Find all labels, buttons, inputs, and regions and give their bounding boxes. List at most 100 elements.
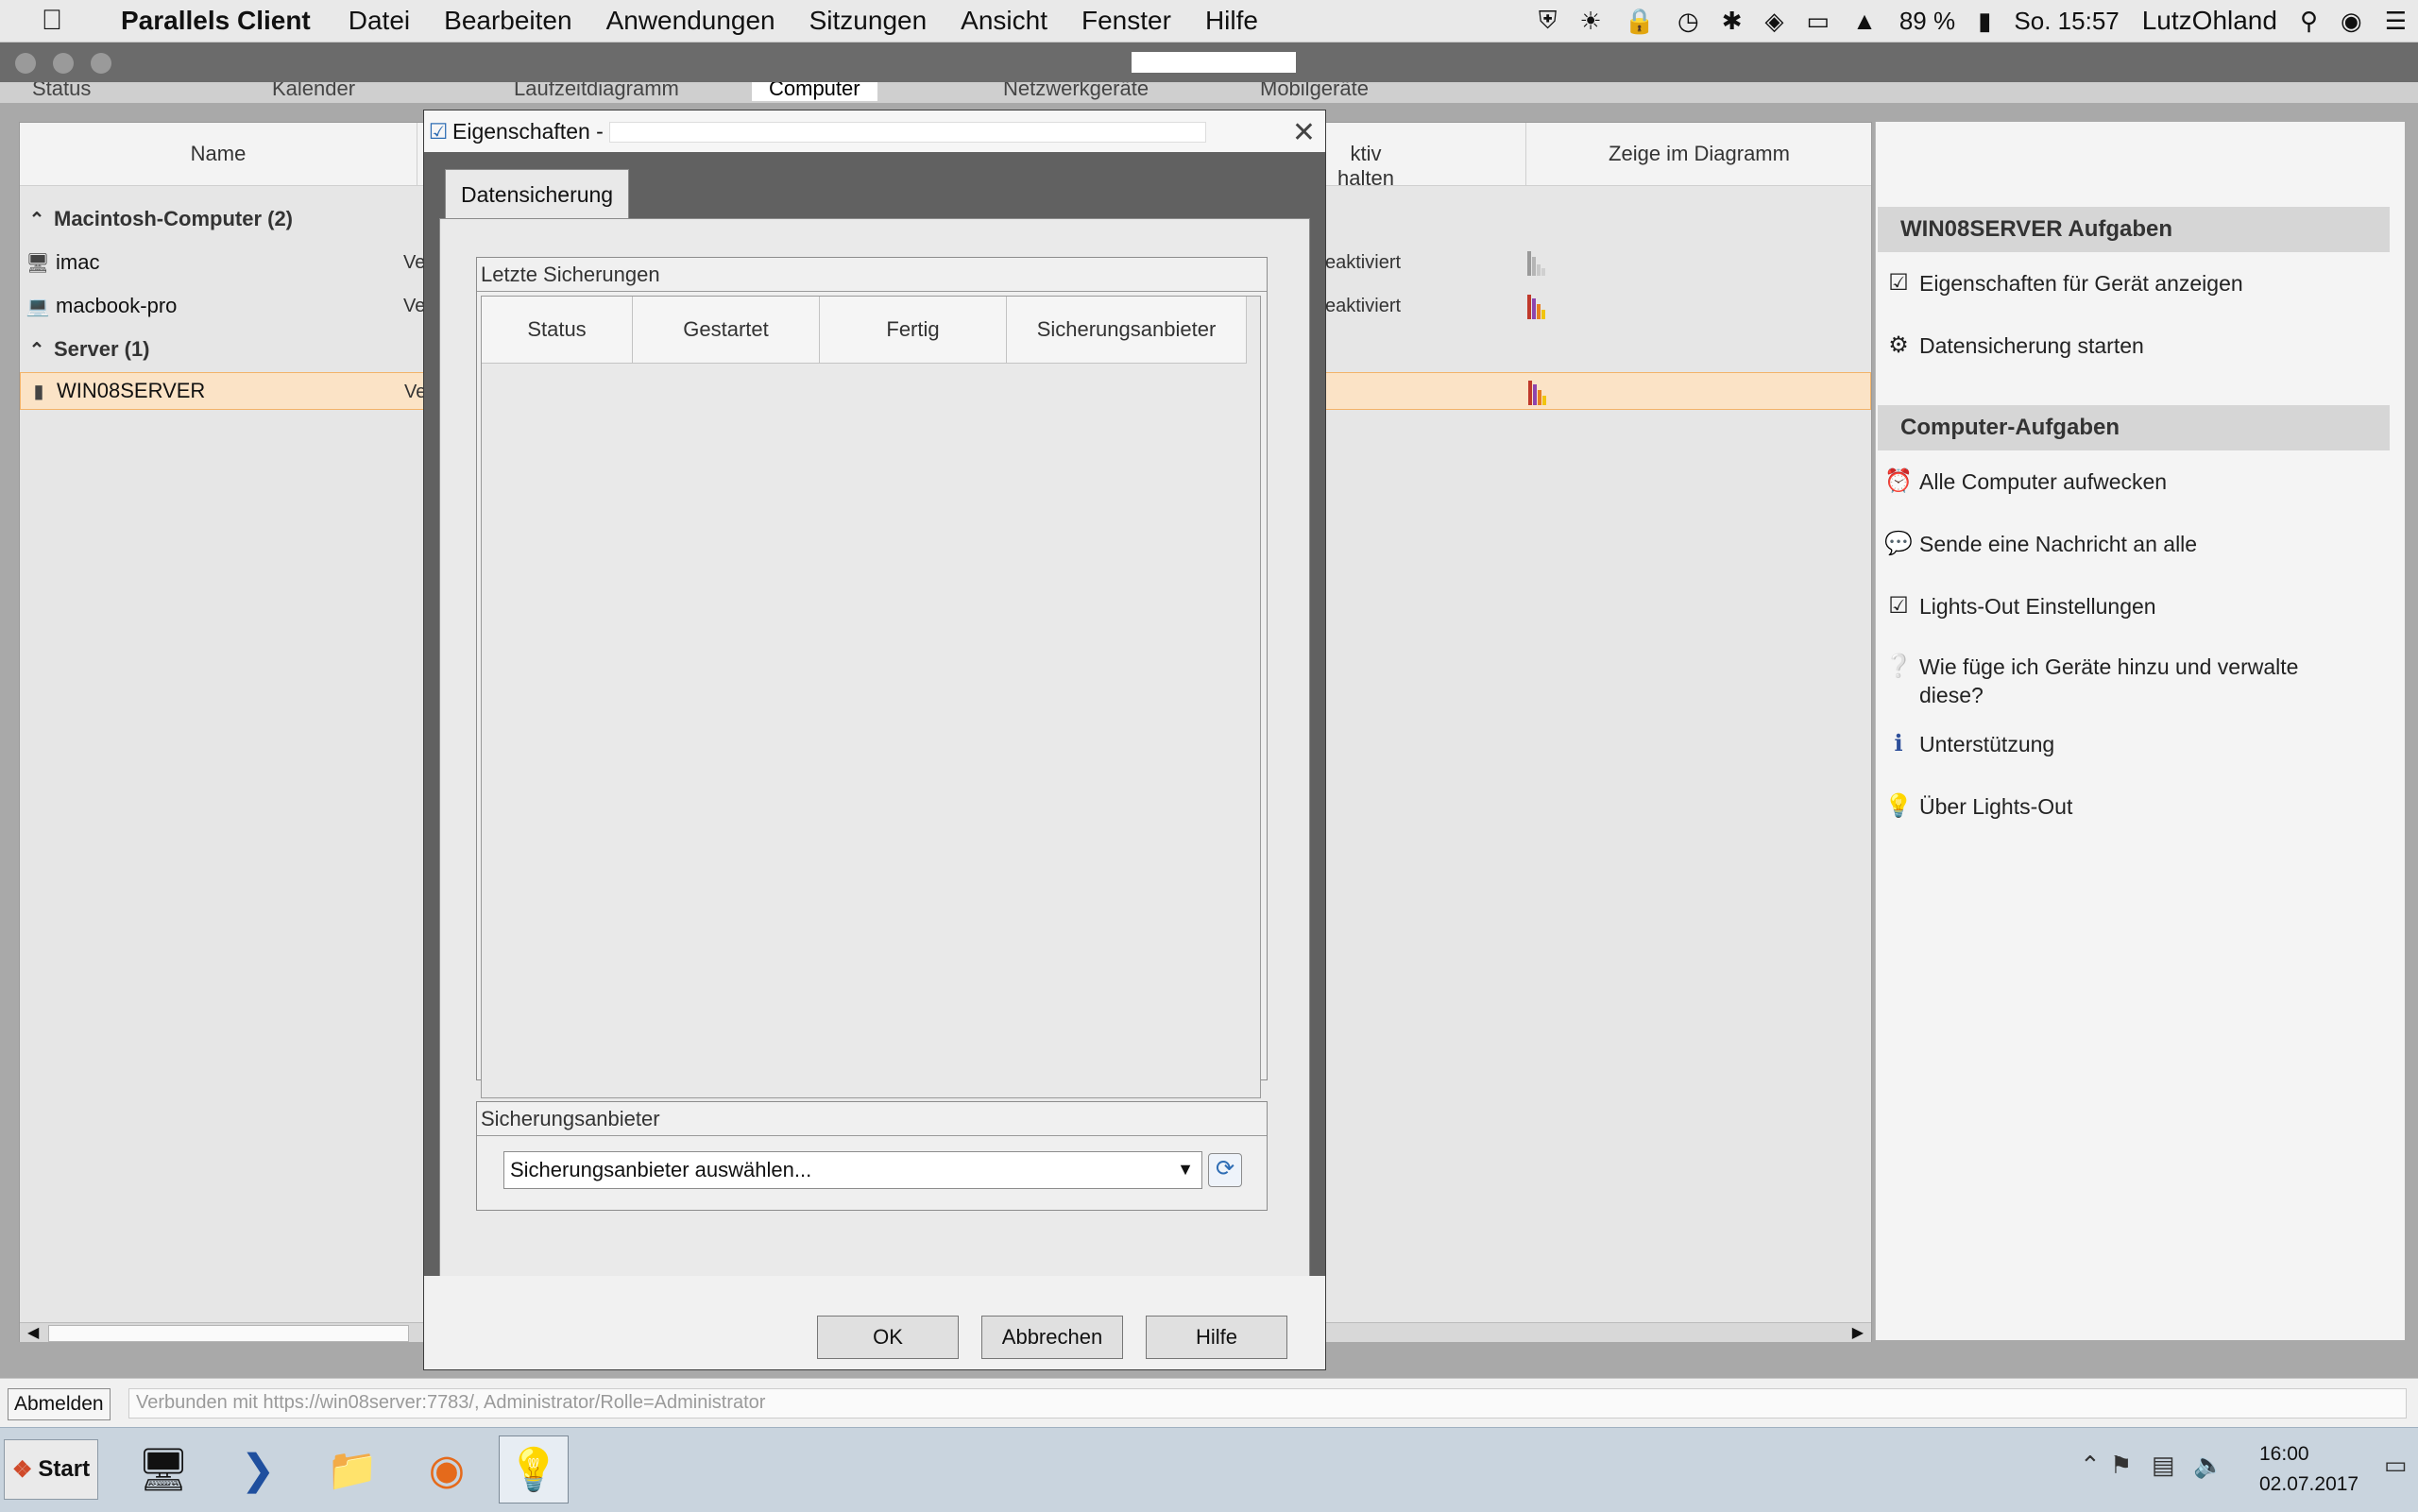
group-server[interactable]: ⌃ Server (1) (20, 331, 150, 368)
task-wake-all[interactable]: ⏰ Alle Computer aufwecken (1878, 467, 2388, 496)
task-label: Unterstützung (1919, 732, 2055, 756)
taskbar-clock-time[interactable]: 16:00 (2259, 1443, 2309, 1466)
tab-computer[interactable]: Computer (752, 82, 877, 101)
battery-percent[interactable]: 89 % (1888, 7, 1967, 36)
show-desktop-icon[interactable]: ▭ (2384, 1451, 2408, 1480)
task-how-to-add-devices[interactable]: ❔ Wie füge ich Geräte hinzu und verwalte… (1878, 653, 2388, 709)
airplay-icon[interactable]: ▭ (1796, 7, 1842, 36)
menu-datei[interactable]: Datei (332, 6, 427, 36)
tab-status[interactable]: Status (32, 82, 91, 101)
chart-color-icon[interactable] (1528, 379, 1557, 405)
tray-expand-icon[interactable]: ⌃ (2080, 1451, 2101, 1480)
help-button[interactable]: Hilfe (1146, 1316, 1287, 1359)
task-support[interactable]: ℹ Unterstützung (1878, 730, 2388, 758)
time-machine-icon[interactable]: ◷ (1666, 7, 1711, 36)
windows-logo-icon: ❖ (11, 1456, 33, 1483)
menu-app-name[interactable]: Parallels Client (104, 6, 332, 36)
close-icon[interactable]: ✕ (1292, 116, 1316, 149)
lights-out-icon[interactable]: 💡 (499, 1436, 569, 1504)
zoom-window-button[interactable] (91, 53, 111, 74)
task-send-message[interactable]: 💬 Sende eine Nachricht an alle (1878, 530, 2388, 558)
chart-grey-icon[interactable] (1527, 249, 1556, 276)
chat-bubble-icon: 💬 (1884, 531, 1913, 556)
column-header-name[interactable]: Name (20, 142, 417, 166)
device-name: imac (56, 250, 100, 274)
taskbar-clock-date[interactable]: 02.07.2017 (2259, 1473, 2358, 1496)
bluetooth-icon[interactable]: ✱ (1711, 7, 1754, 36)
battery-icon[interactable]: ▮ (1967, 7, 2002, 36)
server-manager-icon[interactable]: 🖥 (128, 1436, 198, 1504)
scrollbar-thumb[interactable] (48, 1325, 409, 1342)
close-window-button[interactable] (15, 53, 36, 74)
scroll-left-icon[interactable]: ◀ (27, 1323, 39, 1342)
remote-desktop: Status Kalender Laufzeitdiagramm Compute… (0, 82, 2418, 1378)
ok-button[interactable]: OK (817, 1316, 959, 1359)
checkbox-icon: ☑ (1888, 270, 1909, 296)
tab-datensicherung[interactable]: Datensicherung (445, 169, 630, 219)
task-section-title: WIN08SERVER Aufgaben (1878, 207, 2390, 252)
menu-anwendungen[interactable]: Anwendungen (589, 6, 792, 36)
spotlight-icon[interactable]: ⚲ (2289, 7, 2329, 36)
alarm-clock-icon: ⏰ (1884, 468, 1913, 494)
column-header-finished[interactable]: Fertig (820, 297, 1007, 363)
logout-button[interactable]: Abmelden (8, 1388, 111, 1420)
apple-menu-icon[interactable]:  (0, 5, 104, 37)
menubar-user[interactable]: LutzOhland (2131, 6, 2289, 36)
menu-fenster[interactable]: Fenster (1064, 6, 1188, 36)
menubar-status-area: ⛨ ☀ 🔒 ◷ ✱ ◈ ▭ ▲ 89 % ▮ So. 15:57 LutzOhl… (1527, 0, 2418, 42)
start-button[interactable]: ❖ Start (4, 1439, 98, 1500)
menu-ansicht[interactable]: Ansicht (944, 6, 1064, 36)
tab-laufzeitdiagramm[interactable]: Laufzeitdiagramm (514, 82, 679, 101)
connection-status-bar: Abmelden Verbunden mit https://win08serv… (0, 1378, 2418, 1428)
explorer-folder-icon[interactable]: 📁 (317, 1436, 387, 1504)
scroll-right-icon[interactable]: ▶ (1852, 1323, 1864, 1342)
task-show-properties[interactable]: ☑ Eigenschaften für Gerät anzeigen (1878, 269, 2388, 297)
window-title-redacted (1132, 52, 1296, 73)
collapse-chevron-icon[interactable]: ⌃ (20, 208, 54, 231)
dialog-tab-panel: Letzte Sicherungen Status Gestartet Fert… (439, 218, 1310, 1300)
column-header-started[interactable]: Gestartet (633, 297, 820, 363)
tab-netzwerkgeraete[interactable]: Netzwerkgeräte (1003, 82, 1149, 101)
dialog-app-icon: ☑ (428, 118, 449, 144)
tab-mobilgeraete[interactable]: Mobilgeräte (1260, 82, 1369, 101)
siri-icon[interactable]: ◉ (2329, 7, 2374, 36)
refresh-providers-button[interactable]: ⟳ (1208, 1153, 1242, 1187)
tab-kalender[interactable]: Kalender (272, 82, 355, 101)
wifi-icon[interactable]: ◈ (1754, 7, 1796, 36)
network-icon[interactable]: ▤ (2152, 1451, 2175, 1480)
dialog-titlebar[interactable]: ☑ Eigenschaften - ✕ (424, 110, 1325, 152)
menubar-clock[interactable]: So. 15:57 (2002, 7, 2130, 36)
menu-bearbeiten[interactable]: Bearbeiten (427, 6, 588, 36)
shield-icon[interactable]: ⛨ (1527, 6, 1569, 36)
task-start-backup[interactable]: ⚙ Datensicherung starten (1878, 331, 2388, 360)
dropdown-arrow-icon[interactable]: ▼ (1177, 1160, 1194, 1180)
powershell-icon[interactable]: ❯ (223, 1436, 293, 1504)
group-macintosh[interactable]: ⌃ Macintosh-Computer (2) (20, 200, 293, 238)
column-header-keep-active[interactable]: ktiv halten (1323, 142, 1408, 191)
column-header-show-in-chart[interactable]: Zeige im Diagramm (1527, 142, 1871, 166)
firefox-icon[interactable]: ◉ (412, 1436, 482, 1504)
group-label: Macintosh-Computer (2) (54, 207, 293, 230)
backup-list[interactable]: Status Gestartet Fertig Sicherungsanbiet… (481, 296, 1261, 1098)
lock-icon[interactable]: 🔒 (1613, 7, 1666, 36)
device-status: Ve (403, 296, 426, 316)
last-backups-label: Letzte Sicherungen (477, 258, 1267, 292)
speaker-icon[interactable]: 🔈 (2193, 1451, 2223, 1480)
menu-hilfe[interactable]: Hilfe (1188, 6, 1275, 36)
collapse-chevron-icon[interactable]: ⌃ (20, 338, 54, 362)
menu-sitzungen[interactable]: Sitzungen (792, 6, 945, 36)
provider-select[interactable]: Sicherungsanbieter auswählen... ▼ (503, 1151, 1202, 1189)
brightness-icon[interactable]: ☀ (1568, 7, 1612, 36)
volume-icon[interactable]: ▲ (1841, 7, 1888, 36)
action-center-flag-icon[interactable]: ⚑ (2110, 1451, 2132, 1480)
task-about[interactable]: 💡 Über Lights-Out (1878, 792, 2388, 821)
cancel-button[interactable]: Abbrechen (981, 1316, 1123, 1359)
task-pane: WIN08SERVER Aufgaben ☑ Eigenschaften für… (1875, 122, 2405, 1340)
notification-center-icon[interactable]: ☰ (2374, 7, 2418, 36)
task-lights-out-settings[interactable]: ☑ Lights-Out Einstellungen (1878, 592, 2388, 620)
device-keep-active: eaktiviert (1325, 252, 1402, 273)
chart-color-icon[interactable] (1527, 293, 1556, 319)
column-header-status[interactable]: Status (482, 297, 633, 363)
minimize-window-button[interactable] (53, 53, 74, 74)
column-header-provider[interactable]: Sicherungsanbieter (1007, 297, 1247, 363)
